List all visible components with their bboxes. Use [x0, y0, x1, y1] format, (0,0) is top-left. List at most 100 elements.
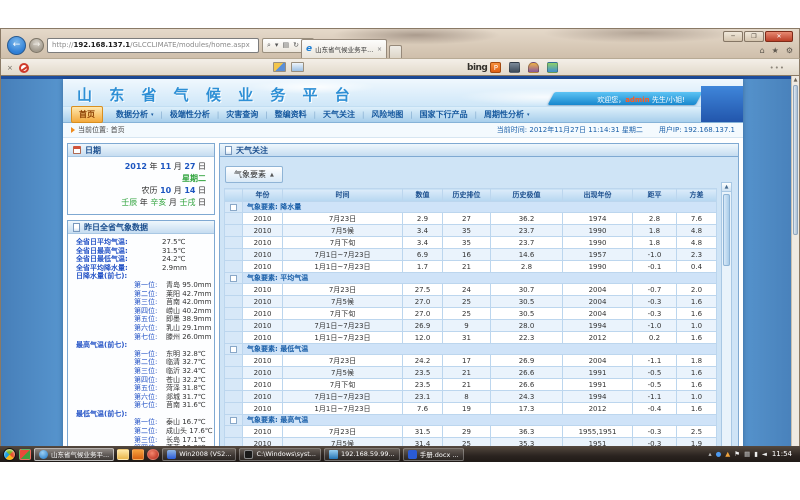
maximize-button[interactable]: ❐ [744, 31, 764, 42]
calendar-body: 2012 年 11 月 27 日 星期二 农历 10 月 14 日 壬辰 年 辛… [68, 157, 214, 214]
group-checkbox[interactable] [230, 204, 237, 211]
share-plugin-icon[interactable] [547, 62, 558, 73]
mail-icon[interactable] [291, 62, 304, 72]
table-row[interactable]: 20101月1日~7月23日1.7212.81990-0.10.4 [225, 261, 717, 273]
new-tab-button[interactable] [389, 45, 402, 58]
group-checkbox[interactable] [230, 275, 237, 282]
search-icon[interactable]: ⌕ [267, 41, 271, 50]
globe-tray-icon[interactable]: ● [716, 451, 722, 458]
menu-item-data-analysis[interactable]: 数据分析▾ [109, 107, 161, 122]
refresh-icon[interactable]: ↻ [293, 41, 299, 49]
table-scrollbar[interactable]: ▲ [721, 182, 732, 462]
table-row[interactable]: 20107月1日~7月23日23.1824.31994-1.11.0 [225, 391, 717, 403]
menu-item-disaster-query[interactable]: 灾害查询 [219, 107, 265, 122]
username: admin [625, 96, 649, 104]
menu-item-periodic-analysis[interactable]: 周期性分析▾ [477, 107, 537, 122]
tools-gear-icon[interactable]: ⚙ [786, 47, 793, 55]
browser-tab[interactable]: e 山东省气候业务平... × [301, 39, 387, 58]
media-player-icon[interactable] [147, 449, 159, 460]
taskbar-clock[interactable]: 11:54 [772, 450, 792, 458]
menu-item-label: 数据分析 [116, 109, 148, 120]
table-row[interactable]: 20101月1日~7月23日7.61917.32012-0.41.6 [225, 403, 717, 415]
taskbar-vm-button[interactable]: Win2008 (VS2... [162, 448, 236, 461]
cell: 1974 [563, 213, 633, 225]
update-tray-icon[interactable]: ▲ [725, 451, 730, 458]
favorites-star-icon[interactable]: ★ [772, 47, 779, 55]
checkbox-cell [225, 320, 243, 332]
cell: 1.8 [633, 225, 677, 237]
menu-item-home[interactable]: 首页 [71, 106, 103, 123]
table-row[interactable]: 20101月1日~7月23日12.03122.320120.21.6 [225, 332, 717, 344]
browser-scrollbar[interactable]: ▲ ▼ [791, 76, 799, 462]
rank-label: 第五位: [134, 384, 166, 393]
compatibility-view-icon[interactable]: ▤ [282, 41, 289, 49]
more-icon[interactable]: ••• [770, 64, 785, 72]
cell: -0.3 [633, 426, 677, 438]
table-row[interactable]: 20107月1日~7月23日26.9928.01994-1.01.0 [225, 320, 717, 332]
assistant-plugin-icon[interactable] [528, 62, 539, 73]
stat-value: 24.2℃ [162, 255, 185, 263]
launcher-icon[interactable] [19, 449, 31, 460]
scrollbar-up-icon[interactable]: ▲ [792, 76, 799, 84]
group-checkbox[interactable] [230, 346, 237, 353]
camera-plugin-icon[interactable] [509, 62, 520, 73]
table-row[interactable]: 20107月下旬23.52126.61991-0.51.6 [225, 379, 717, 391]
taskbar-word-button[interactable]: 手册.docx ... [403, 448, 464, 461]
table-row[interactable]: 20107月1日~7月23日6.91614.61957-1.02.3 [225, 249, 717, 261]
table-row[interactable]: 20107月23日31.52936.31955,1951-0.32.5 [225, 426, 717, 438]
table-row[interactable]: 20107月23日27.52430.72004-0.72.0 [225, 284, 717, 296]
blocker-icon[interactable] [19, 63, 29, 73]
home-icon[interactable]: ⌂ [760, 47, 765, 55]
network-tray-icon[interactable]: ▮ [754, 451, 758, 458]
cell: 2.0 [677, 284, 717, 296]
table-row[interactable]: 20107月23日2.92736.219742.87.6 [225, 213, 717, 225]
menu-item-compiled-data[interactable]: 整编资料 [268, 107, 314, 122]
cell: -0.7 [633, 284, 677, 296]
cell: 21 [443, 367, 491, 379]
table-row[interactable]: 20107月下旬27.02530.52004-0.31.6 [225, 308, 717, 320]
table-row[interactable]: 20107月5候3.43523.719901.84.8 [225, 225, 717, 237]
scroll-thumb[interactable] [723, 194, 730, 266]
volume-tray-icon[interactable]: ◄ [762, 451, 767, 458]
start-button[interactable] [3, 448, 16, 461]
group-row: 气象要素: 最高气温 [225, 415, 717, 426]
menu-item-weather-focus[interactable]: 天气关注 [316, 107, 362, 122]
taskbar-rdp-button[interactable]: 192.168.59.99... [324, 448, 400, 461]
hidden-icons-chevron[interactable]: ▴ [708, 451, 711, 458]
chevron-down-icon[interactable]: ▾ [275, 41, 279, 49]
url-input[interactable]: http://192.168.137.1/GLCCLIMATE/modules/… [47, 38, 259, 53]
back-button[interactable]: ← [7, 36, 26, 55]
scroll-up-icon[interactable]: ▲ [722, 183, 731, 192]
checkbox-cell [225, 249, 243, 261]
browser-icon[interactable] [132, 449, 144, 460]
taskbar-button-label: 山东省气候业务平... [51, 449, 109, 459]
close-button[interactable]: ✕ [765, 31, 793, 42]
cards-icon[interactable] [273, 62, 286, 72]
current-time: 当前时间: 2012年11月27日 11:14:31 星期二 [497, 125, 643, 135]
rank-label: 第七位: [134, 401, 166, 410]
tab-close-icon[interactable]: × [377, 46, 382, 53]
minimize-button[interactable]: ─ [723, 31, 743, 42]
element-filter-button[interactable]: 气象要素 ▲ [225, 166, 283, 183]
menu-item-extreme-analysis[interactable]: 极端性分析 [163, 107, 217, 122]
flag-tray-icon[interactable]: ⚑ [734, 451, 740, 458]
table-row[interactable]: 20107月5候23.52126.61991-0.51.6 [225, 367, 717, 379]
group-label: 气象要素: 降水量 [243, 202, 717, 213]
forward-button[interactable]: → [29, 38, 44, 53]
taskbar-ie-button[interactable]: 山东省气候业务平... [34, 448, 114, 461]
table-row[interactable]: 20107月23日24.21726.92004-1.11.8 [225, 355, 717, 367]
menu-item-national-products[interactable]: 国家下行产品 [413, 107, 475, 122]
display-tray-icon[interactable]: ▦ [744, 451, 750, 458]
table-row[interactable]: 20107月下旬3.43523.719901.84.8 [225, 237, 717, 249]
taskbar-cmd-button[interactable]: C:\Windows\syst... [239, 448, 321, 461]
browser-scroll-thumb[interactable] [793, 85, 798, 235]
bing-search[interactable]: bing P [467, 62, 501, 73]
stat-row: 全省日最高气温:31.5℃ [68, 247, 212, 256]
table-row[interactable]: 20107月5候27.02530.52004-0.31.6 [225, 296, 717, 308]
addon-close-icon[interactable]: × [7, 65, 13, 72]
folder-icon[interactable] [117, 449, 129, 460]
column-header: 时间 [283, 189, 403, 202]
menu-item-risk-map[interactable]: 风险地图 [364, 107, 410, 122]
group-checkbox[interactable] [230, 417, 237, 424]
weather-panel-body: 全省日平均气温:27.5℃全省日最高气温:31.5℃全省日最低气温:24.2℃全… [68, 234, 214, 462]
